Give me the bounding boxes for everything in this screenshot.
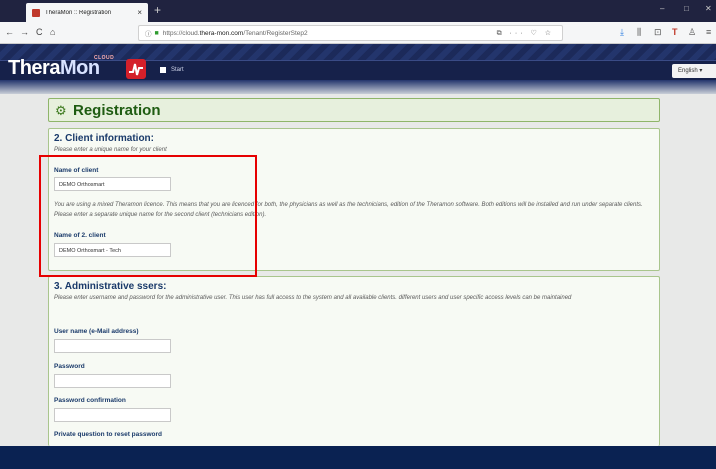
page-title: Registration — [73, 102, 161, 119]
reload-icon[interactable]: C — [36, 27, 43, 37]
password-confirm-label: Password confirmation — [54, 397, 126, 404]
info-icon[interactable]: ⓘ — [145, 28, 152, 38]
nav-start[interactable]: Start — [160, 67, 184, 73]
site-header: TheraMon CLOUD Start English ▾ — [0, 44, 716, 94]
password-label: Password — [54, 363, 85, 370]
registration-title-panel: ⚙ Registration — [48, 98, 660, 122]
maximize-icon[interactable]: □ — [684, 4, 689, 13]
client-section-subtitle: Please enter a unique name for your clie… — [54, 147, 167, 153]
theramon-logo[interactable]: TheraMon — [8, 57, 100, 80]
browser-tab-bar: TheraMon :: Registration × + – □ ✕ — [0, 0, 716, 22]
url-bar[interactable]: ⓘ ■ https://cloud. thera-mon.com/Tenant/R… — [138, 25, 563, 41]
footer-bar — [0, 446, 716, 469]
gears-icon: ⚙ — [55, 103, 67, 118]
library-icon[interactable]: ⫼ — [637, 27, 641, 38]
sidebar-icon[interactable]: ⊡ — [654, 27, 662, 38]
extension-t-icon[interactable]: T — [672, 27, 678, 37]
admin-section-subtitle: Please enter username and password for t… — [54, 295, 572, 301]
logo-thera: Thera — [8, 57, 60, 79]
home-icon[interactable]: ⌂ — [50, 27, 55, 37]
extension-icon[interactable]: ♙ — [688, 27, 696, 38]
browser-tab[interactable]: TheraMon :: Registration × — [26, 3, 148, 22]
highlight-box — [39, 155, 257, 277]
start-home-icon — [160, 67, 166, 73]
favicon-icon — [32, 8, 40, 17]
admin-section-heading: 3. Administrative ssers: — [54, 281, 167, 292]
tab-title: TheraMon :: Registration — [45, 9, 112, 16]
download-icon[interactable]: ⤓ — [620, 27, 624, 38]
browser-nav-bar: ← → C ⌂ ⓘ ■ https://cloud. thera-mon.com /… — [0, 22, 716, 44]
password-input[interactable] — [54, 374, 171, 388]
new-tab-icon[interactable]: + — [154, 3, 161, 17]
lock-icon: ■ — [154, 29, 159, 37]
logo-wave-icon — [126, 59, 146, 79]
header-band — [0, 60, 716, 82]
private-question-label: Private question to reset password — [54, 431, 163, 438]
logo-cloud: CLOUD — [94, 55, 115, 61]
url-path: /Tenant/RegisterStep2 — [243, 29, 308, 37]
header-shade — [0, 80, 716, 94]
back-icon[interactable]: ← — [5, 27, 14, 37]
url-prefix: https://cloud. — [162, 29, 200, 37]
url-host: thera-mon.com — [199, 29, 244, 37]
nav-start-label: Start — [171, 67, 184, 73]
tab-close-icon[interactable]: × — [137, 8, 142, 17]
forward-icon[interactable]: → — [20, 27, 29, 37]
username-input[interactable] — [54, 339, 171, 353]
url-actions-icons[interactable]: ⧉ ··· ♡ ☆ — [497, 29, 554, 38]
username-label: User name (e-Mail address) — [54, 328, 139, 335]
client-section-heading: 2. Client information: — [54, 133, 154, 144]
minimize-icon[interactable]: – — [660, 4, 664, 13]
close-window-icon[interactable]: ✕ — [705, 4, 712, 13]
password-confirm-input[interactable] — [54, 408, 171, 422]
language-selector[interactable]: English ▾ — [672, 64, 716, 78]
menu-icon[interactable]: ≡ — [706, 27, 711, 37]
administrative-users-section: 3. Administrative ssers: Please enter us… — [48, 276, 660, 446]
